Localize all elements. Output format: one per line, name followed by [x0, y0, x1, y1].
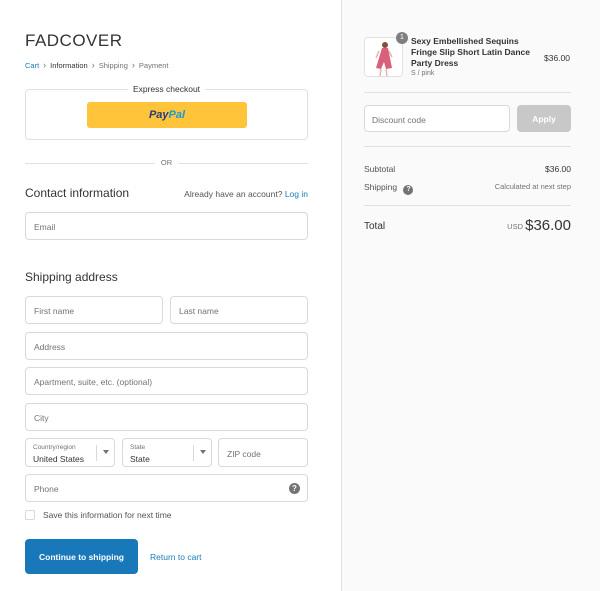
last-name-field[interactable]: Last name — [170, 296, 308, 324]
address-field[interactable]: Address — [25, 332, 308, 360]
phone-field[interactable]: Phone ? — [25, 474, 308, 502]
zip-placeholder: ZIP code — [227, 449, 261, 459]
chevron-right-icon: › — [91, 60, 95, 70]
paypal-logo-part1: Pay — [148, 109, 169, 121]
total-value: $36.00 — [525, 217, 571, 234]
total-currency: USD — [507, 222, 523, 231]
account-prompt: Already have an account? Log in — [184, 189, 308, 199]
discount-placeholder: Discount code — [372, 115, 426, 125]
country-select[interactable]: Country/region United States — [25, 438, 115, 467]
phone-placeholder: Phone — [34, 484, 59, 494]
quantity-badge: 1 — [396, 32, 408, 44]
express-checkout-title: Express checkout — [127, 84, 206, 94]
breadcrumb-cart[interactable]: Cart — [25, 61, 39, 70]
address-placeholder: Address — [34, 342, 66, 352]
subtotal-label: Subtotal — [364, 164, 396, 174]
discount-code-field[interactable]: Discount code — [364, 105, 510, 132]
apartment-placeholder: Apartment, suite, etc. (optional) — [34, 377, 153, 387]
zip-field[interactable]: ZIP code — [218, 438, 308, 467]
email-placeholder: Email — [34, 222, 56, 232]
summary-divider — [364, 205, 571, 206]
paypal-button[interactable]: Pay Pal — [87, 102, 247, 128]
continue-to-shipping-button[interactable]: Continue to shipping — [25, 539, 138, 574]
login-link[interactable]: Log in — [285, 189, 308, 199]
total-label: Total — [364, 221, 386, 232]
contact-title: Contact information — [25, 186, 130, 200]
state-select[interactable]: State State — [122, 438, 212, 467]
subtotal-row: Subtotal $36.00 — [364, 164, 571, 174]
express-checkout-box: Express checkout Pay Pal — [25, 84, 308, 140]
city-field[interactable]: City — [25, 403, 308, 431]
breadcrumb: Cart › Information › Shipping › Payment — [25, 60, 169, 71]
country-value: United States — [33, 454, 85, 464]
return-to-cart-link[interactable]: Return to cart — [150, 552, 202, 562]
breadcrumb-information: Information — [50, 61, 88, 70]
shipping-value: Calculated at next step — [494, 182, 571, 191]
caret-down-icon — [200, 450, 206, 454]
product-price: $36.00 — [544, 53, 570, 63]
question-circle-icon[interactable]: ? — [403, 185, 414, 195]
chevron-right-icon: › — [43, 60, 47, 70]
save-info-checkbox[interactable] — [25, 510, 35, 520]
question-circle-icon[interactable]: ? — [289, 483, 300, 494]
country-label: Country/region — [33, 444, 76, 451]
shipping-label: Shipping — [364, 182, 398, 192]
shipping-title: Shipping address — [25, 270, 118, 284]
paypal-logo-part2: Pal — [168, 109, 186, 121]
last-name-placeholder: Last name — [179, 306, 219, 316]
first-name-field[interactable]: First name — [25, 296, 163, 324]
save-info-row: Save this information for next time — [25, 510, 172, 520]
shipping-row: Shipping ? Calculated at next step — [364, 182, 571, 195]
apply-discount-button[interactable]: Apply — [517, 105, 571, 132]
account-prompt-text: Already have an account? — [184, 189, 283, 199]
first-name-placeholder: First name — [34, 306, 75, 316]
chevron-right-icon: › — [131, 60, 135, 70]
product-thumbnail — [364, 37, 403, 77]
subtotal-value: $36.00 — [545, 164, 571, 174]
state-value: State — [130, 454, 150, 464]
checkout-main: FADCOVER Cart › Information › Shipping ›… — [0, 0, 341, 591]
breadcrumb-shipping: Shipping — [98, 61, 128, 70]
or-divider: OR — [25, 158, 308, 168]
select-divider — [96, 445, 97, 461]
save-info-label[interactable]: Save this information for next time — [43, 510, 172, 520]
or-text: OR — [160, 158, 173, 167]
apartment-field[interactable]: Apartment, suite, etc. (optional) — [25, 367, 308, 395]
select-divider — [193, 445, 194, 461]
summary-divider — [364, 92, 571, 93]
breadcrumb-payment: Payment — [138, 61, 169, 70]
caret-down-icon — [103, 450, 109, 454]
store-logo[interactable]: FADCOVER — [25, 31, 123, 51]
state-label: State — [130, 444, 146, 451]
city-placeholder: City — [34, 413, 49, 423]
product-variant: S / pink — [411, 70, 435, 77]
dress-image — [365, 38, 402, 76]
order-summary: 1 Sexy Embellished Sequins Fringe Slip S… — [341, 0, 600, 591]
summary-divider — [364, 146, 571, 147]
email-field[interactable]: Email — [25, 212, 308, 240]
product-name: Sexy Embellished Sequins Fringe Slip Sho… — [411, 36, 531, 68]
